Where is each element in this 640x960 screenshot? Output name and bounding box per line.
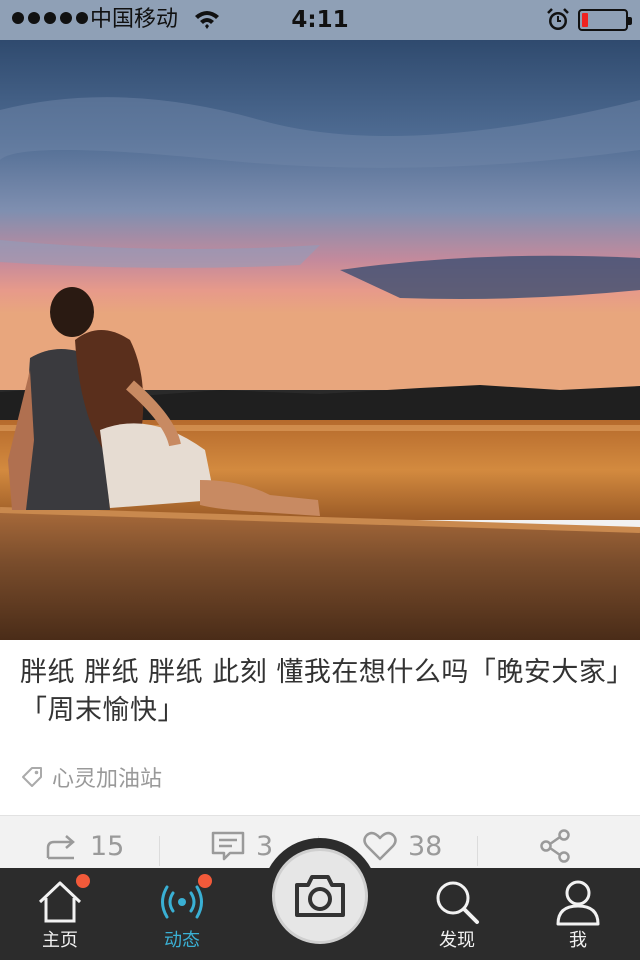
repost-count: 15 xyxy=(90,830,125,862)
tab-feed-label: 动态 xyxy=(164,930,200,951)
post-card: 胖纸 胖纸 胖纸 此刻 懂我在想什么吗「晚安大家」「周末愉快」 心灵加油站 xyxy=(0,640,640,815)
like-count: 38 xyxy=(408,830,443,862)
home-notification-badge xyxy=(76,874,90,888)
comment-button[interactable]: 3 xyxy=(210,816,273,876)
repost-button[interactable]: 15 xyxy=(44,816,124,876)
screen: 中国移动 4:11 胖纸 胖纸 胖纸 此刻 懂我在想什么吗「晚安大家」「周末愉快… xyxy=(0,0,640,960)
search-icon xyxy=(436,881,479,924)
tab-home[interactable]: 主页 xyxy=(0,868,120,960)
share-button[interactable] xyxy=(538,816,574,876)
camera-button[interactable] xyxy=(272,848,368,944)
post-caption: 胖纸 胖纸 胖纸 此刻 懂我在想什么吗「晚安大家」「周末愉快」 xyxy=(20,657,621,726)
feed-notification-badge xyxy=(198,874,212,888)
alarm-clock-icon xyxy=(547,8,569,30)
clock-time: 4:11 xyxy=(291,7,349,33)
tab-me[interactable]: 我 xyxy=(518,868,638,960)
user-icon xyxy=(556,880,600,926)
tab-discover[interactable]: 发现 xyxy=(397,868,517,960)
post-tag[interactable]: 心灵加油站 xyxy=(20,761,162,793)
like-button[interactable]: 38 xyxy=(362,816,442,876)
heart-icon xyxy=(363,831,397,861)
repost-icon xyxy=(46,835,75,860)
comment-count: 3 xyxy=(256,830,274,862)
status-bar: 中国移动 4:11 xyxy=(0,0,640,40)
tab-discover-label: 发现 xyxy=(439,930,475,951)
battery-icon xyxy=(578,9,632,31)
tab-me-label: 我 xyxy=(569,930,587,951)
battery-level xyxy=(582,13,588,27)
sunset-couple-image xyxy=(0,40,640,640)
comment-icon xyxy=(211,831,245,861)
tab-feed[interactable]: 动态 xyxy=(122,868,242,960)
share-icon xyxy=(540,829,570,863)
tag-icon xyxy=(22,767,42,787)
camera-icon xyxy=(295,875,345,917)
tab-home-label: 主页 xyxy=(42,930,78,951)
tag-label: 心灵加油站 xyxy=(52,767,163,792)
post-photo[interactable] xyxy=(0,40,640,640)
